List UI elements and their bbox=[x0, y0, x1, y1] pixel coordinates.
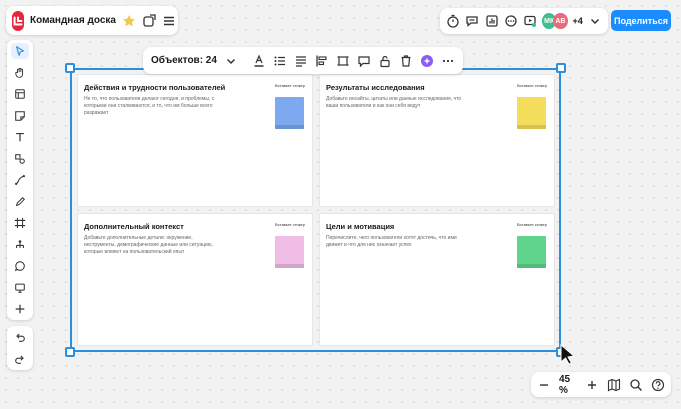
card-title: Цели и мотивация bbox=[326, 222, 395, 231]
presentation-icon[interactable] bbox=[11, 280, 29, 296]
board-header: Командная доска bbox=[6, 6, 178, 35]
template-card[interactable]: Действия и трудности пользователей Не то… bbox=[77, 74, 313, 207]
pen-icon[interactable] bbox=[11, 194, 29, 210]
context-toolbar: Объектов: 24 bbox=[143, 47, 463, 74]
share-board-icon[interactable] bbox=[142, 13, 156, 29]
collab-toolbar: МК АВ +4 bbox=[440, 8, 608, 34]
app-logo[interactable] bbox=[12, 10, 24, 31]
hand-tool-icon[interactable] bbox=[11, 65, 29, 81]
comment-icon[interactable] bbox=[357, 53, 371, 69]
sticker-label: Вставьте стикер bbox=[517, 83, 548, 88]
align-objects-icon[interactable] bbox=[315, 53, 329, 69]
sticky-note[interactable] bbox=[275, 97, 304, 129]
menu-icon[interactable] bbox=[162, 13, 176, 29]
frame-icon[interactable] bbox=[11, 215, 29, 231]
text-tool-icon[interactable] bbox=[11, 129, 29, 145]
add-icon[interactable] bbox=[11, 301, 29, 317]
resize-handle[interactable] bbox=[65, 347, 75, 357]
zoom-controls: 45 % bbox=[531, 372, 671, 397]
zoom-level[interactable]: 45 % bbox=[559, 374, 577, 396]
sticky-note[interactable] bbox=[517, 236, 546, 268]
chart-icon[interactable] bbox=[484, 13, 498, 29]
card-title: Дополнительный контекст bbox=[84, 222, 184, 231]
undo-icon[interactable] bbox=[12, 329, 28, 345]
sticky-note-icon[interactable] bbox=[11, 108, 29, 124]
zoom-out-icon[interactable] bbox=[537, 377, 551, 393]
connector-icon[interactable] bbox=[11, 172, 29, 188]
more-options-icon[interactable] bbox=[441, 53, 455, 69]
card-title: Действия и трудности пользователей bbox=[84, 83, 226, 92]
comments-icon[interactable] bbox=[465, 13, 479, 29]
mindmap-icon[interactable] bbox=[11, 237, 29, 253]
card-description: Добавьте дополнительные детали: окружени… bbox=[84, 235, 213, 255]
template-card[interactable]: Результаты исследования Добавьте инсайты… bbox=[319, 74, 555, 207]
ai-assistant-icon[interactable] bbox=[420, 53, 434, 69]
chevron-down-icon[interactable] bbox=[224, 53, 238, 69]
resize-handle[interactable] bbox=[556, 63, 566, 73]
history-toolbar bbox=[7, 326, 33, 370]
bullet-list-icon[interactable] bbox=[273, 53, 287, 69]
present-icon[interactable] bbox=[523, 13, 537, 29]
mouse-cursor-icon bbox=[560, 344, 576, 364]
template-grid: Действия и трудности пользователей Не то… bbox=[77, 74, 555, 346]
sticky-note[interactable] bbox=[517, 97, 546, 129]
card-title: Результаты исследования bbox=[326, 83, 425, 92]
zoom-in-icon[interactable] bbox=[585, 377, 599, 393]
redo-icon[interactable] bbox=[12, 351, 28, 367]
select-tool-icon[interactable] bbox=[11, 43, 29, 59]
objects-count-dropdown[interactable]: Объектов: 24 bbox=[151, 55, 217, 66]
trash-icon[interactable] bbox=[399, 53, 413, 69]
sticker-label: Вставьте стикер bbox=[275, 83, 306, 88]
search-icon[interactable] bbox=[629, 377, 643, 393]
resize-handle[interactable] bbox=[65, 63, 75, 73]
map-icon[interactable] bbox=[607, 377, 621, 393]
timer-icon[interactable] bbox=[446, 13, 460, 29]
sticker-label: Вставьте стикер bbox=[517, 222, 548, 227]
star-icon[interactable] bbox=[122, 13, 136, 29]
help-icon[interactable] bbox=[651, 377, 665, 393]
card-description: Добавьте инсайты, цитаты или данные иссл… bbox=[326, 96, 462, 109]
share-button[interactable]: Поделиться bbox=[611, 10, 671, 31]
more-collaborators-count[interactable]: +4 bbox=[573, 16, 583, 26]
comment-icon[interactable] bbox=[11, 258, 29, 274]
chevron-down-icon[interactable] bbox=[588, 13, 602, 29]
board-title[interactable]: Командная доска bbox=[30, 15, 116, 26]
lock-icon[interactable] bbox=[378, 53, 392, 69]
card-description: Перечислите, чего пользователи хотят дос… bbox=[326, 235, 457, 248]
templates-icon[interactable] bbox=[11, 86, 29, 102]
template-card[interactable]: Цели и мотивация Перечислите, чего польз… bbox=[319, 213, 555, 346]
shapes-icon[interactable] bbox=[11, 151, 29, 167]
sticker-label: Вставьте стикер bbox=[275, 222, 306, 227]
avatar[interactable]: АВ bbox=[553, 13, 568, 29]
sticky-note[interactable] bbox=[275, 236, 304, 268]
left-toolbar bbox=[7, 40, 33, 320]
chat-icon[interactable] bbox=[504, 13, 518, 29]
frame-icon[interactable] bbox=[336, 53, 350, 69]
template-card[interactable]: Дополнительный контекст Добавьте дополни… bbox=[77, 213, 313, 346]
card-description: Не то, что пользователи делают сегодня, … bbox=[84, 96, 215, 116]
text-align-icon[interactable] bbox=[294, 53, 308, 69]
text-color-icon[interactable] bbox=[252, 53, 266, 69]
